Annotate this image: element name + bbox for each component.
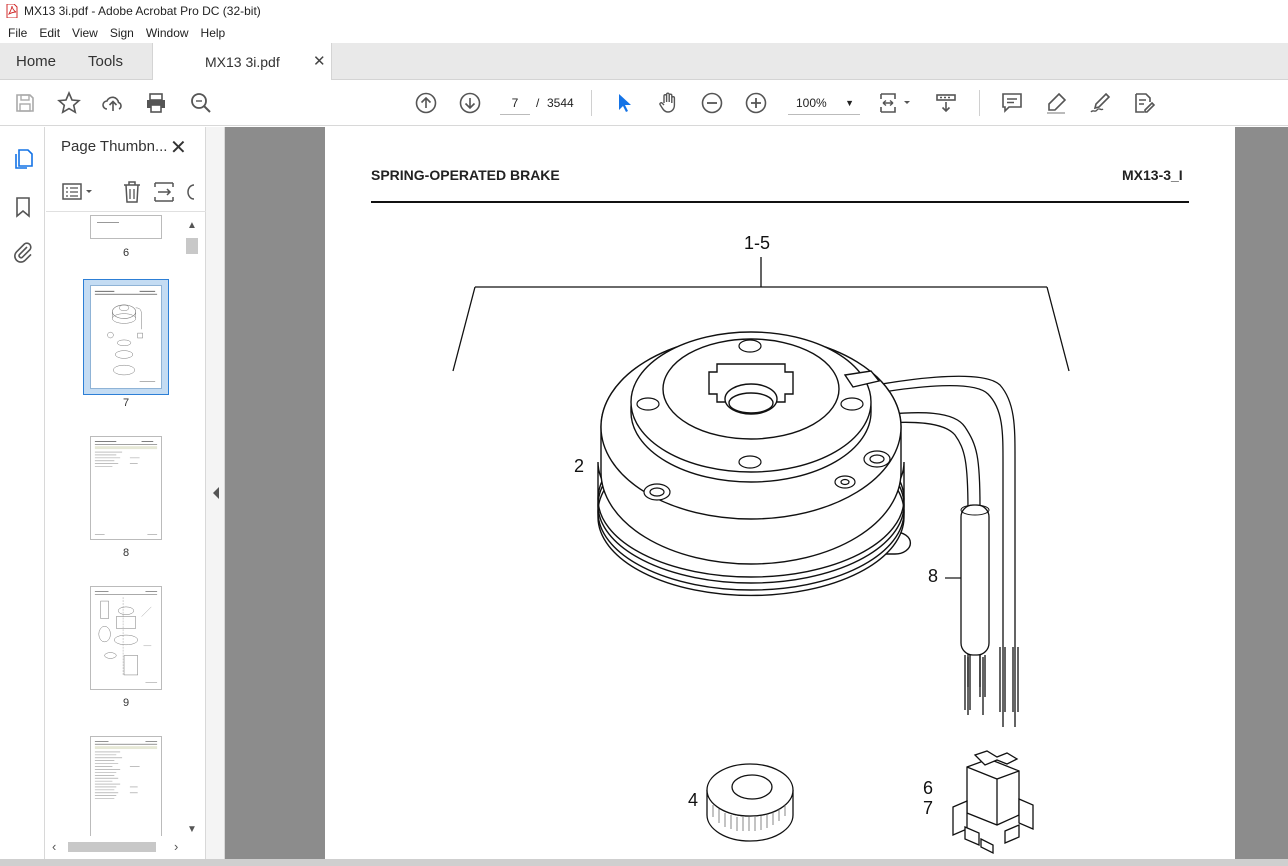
- page-thumbnail[interactable]: [90, 215, 162, 239]
- navigation-rail: [0, 127, 45, 866]
- hand-tool-icon[interactable]: [656, 91, 680, 115]
- page-thumbnails-icon[interactable]: [11, 147, 35, 171]
- highlight-pen-icon[interactable]: [1044, 91, 1068, 115]
- menu-bar: File Edit View Sign Window Help: [0, 22, 1288, 43]
- page-number-input[interactable]: 7: [500, 91, 530, 115]
- menu-view[interactable]: View: [66, 26, 104, 40]
- page-total: 3544: [547, 96, 574, 110]
- zoom-out-icon[interactable]: [700, 91, 724, 115]
- scroll-mode-icon[interactable]: [934, 91, 958, 115]
- toolbar-divider: [591, 90, 592, 116]
- callout-7: 7: [923, 798, 933, 818]
- thumbnail-scrollbar[interactable]: ▲ ▼: [184, 220, 200, 840]
- scroll-down-icon[interactable]: ▼: [184, 824, 200, 838]
- zoom-level-value: 100%: [796, 96, 827, 110]
- more-tools-icon[interactable]: [186, 180, 196, 204]
- page-thumbnails-panel: Page Thumbn... ✕ 6 7 8 9 ▲ ▼ ‹ ›: [46, 127, 206, 859]
- select-cursor-icon[interactable]: [612, 91, 636, 115]
- callout-1-5: 1-5: [744, 233, 770, 253]
- menu-help[interactable]: Help: [195, 26, 232, 40]
- tab-document[interactable]: MX13 3i.pdf ✕: [152, 43, 332, 80]
- scroll-thumb[interactable]: [186, 238, 198, 254]
- zoom-in-icon[interactable]: [744, 91, 768, 115]
- save-icon[interactable]: [13, 91, 37, 115]
- title-bar: MX13 3i.pdf - Adobe Acrobat Pro DC (32-b…: [0, 0, 1288, 22]
- thumbnail-table: [94, 440, 158, 535]
- scroll-up-icon[interactable]: ▲: [184, 220, 200, 234]
- thumbnail-text-line: [97, 222, 119, 223]
- previous-page-icon[interactable]: [414, 91, 438, 115]
- callout-4: 4: [688, 790, 698, 810]
- window-title: MX13 3i.pdf - Adobe Acrobat Pro DC (32-b…: [24, 4, 261, 18]
- collapse-arrow-icon[interactable]: [212, 487, 220, 499]
- connector-part: [952, 750, 1034, 855]
- thumbnail-label: 8: [122, 547, 130, 559]
- thumbnail-drawing: [94, 290, 158, 383]
- document-viewer[interactable]: SPRING-OPERATED BRAKE MX13-3_I 1-5 2 8 4…: [225, 127, 1288, 859]
- callout-6: 6: [923, 778, 933, 798]
- toolbar-divider: [979, 90, 980, 116]
- menu-sign[interactable]: Sign: [104, 26, 140, 40]
- status-strip: [0, 859, 1288, 866]
- scroll-left-icon[interactable]: ‹: [52, 839, 56, 854]
- toolbar: 7 / 3544 100% ▼: [0, 80, 1288, 126]
- panel-title: Page Thumbn...: [61, 138, 168, 155]
- brake-assembly-drawing: 1-5 2 8 4 6 7: [452, 233, 1070, 855]
- scroll-thumb[interactable]: [68, 842, 156, 852]
- page-separator: /: [536, 96, 540, 110]
- panel-toolbar: [46, 172, 206, 212]
- callout-8: 8: [928, 566, 938, 586]
- tab-home[interactable]: Home: [16, 53, 56, 70]
- delete-page-icon[interactable]: [121, 180, 143, 204]
- thumbnail-label: 9: [122, 697, 130, 709]
- thumbnail-table: [94, 740, 158, 799]
- bookmark-star-icon[interactable]: [57, 90, 81, 115]
- close-tab-icon[interactable]: ✕: [313, 52, 326, 70]
- acrobat-icon: [6, 4, 18, 18]
- thumbnail-label: 6: [122, 247, 130, 259]
- tab-document-label: MX13 3i.pdf: [205, 54, 280, 70]
- chevron-down-icon: ▼: [845, 98, 854, 108]
- comment-icon[interactable]: [1000, 91, 1024, 115]
- page-thumbnail[interactable]: [90, 436, 162, 540]
- panel-collapse-handle[interactable]: [206, 127, 225, 859]
- tab-tools[interactable]: Tools: [88, 53, 123, 70]
- find-zoom-icon[interactable]: [189, 91, 213, 115]
- attachments-icon[interactable]: [11, 240, 35, 264]
- tab-bar: Home Tools MX13 3i.pdf ✕: [0, 43, 1288, 80]
- thumbnail-horizontal-scrollbar[interactable]: ‹ ›: [50, 839, 184, 855]
- insert-page-icon[interactable]: [153, 180, 175, 204]
- close-panel-icon[interactable]: ✕: [170, 135, 187, 160]
- page-thumbnail-selected[interactable]: [90, 285, 162, 389]
- pdf-page: SPRING-OPERATED BRAKE MX13-3_I 1-5 2 8 4…: [325, 127, 1235, 859]
- fill-sign-icon[interactable]: [1132, 91, 1156, 115]
- page-fit-icon[interactable]: [878, 91, 914, 115]
- draw-pen-icon[interactable]: [1088, 91, 1112, 115]
- thumbnail-exploded-drawing: [94, 591, 158, 684]
- thumbnail-options-icon[interactable]: [61, 181, 95, 203]
- menu-window[interactable]: Window: [140, 26, 195, 40]
- page-thumbnail[interactable]: [90, 736, 162, 836]
- scroll-right-icon[interactable]: ›: [174, 839, 178, 854]
- upload-cloud-icon[interactable]: [101, 91, 125, 115]
- cable-sleeve: [960, 504, 990, 656]
- ring-part: [706, 763, 794, 842]
- next-page-icon[interactable]: [458, 91, 482, 115]
- menu-edit[interactable]: Edit: [33, 26, 66, 40]
- zoom-level-select[interactable]: 100% ▼: [788, 91, 860, 115]
- thumbnail-label: 7: [122, 397, 130, 409]
- callout-2: 2: [574, 456, 584, 476]
- menu-file[interactable]: File: [2, 26, 33, 40]
- print-icon[interactable]: [144, 91, 168, 115]
- page-thumbnail[interactable]: [90, 586, 162, 690]
- bookmarks-icon[interactable]: [11, 195, 35, 219]
